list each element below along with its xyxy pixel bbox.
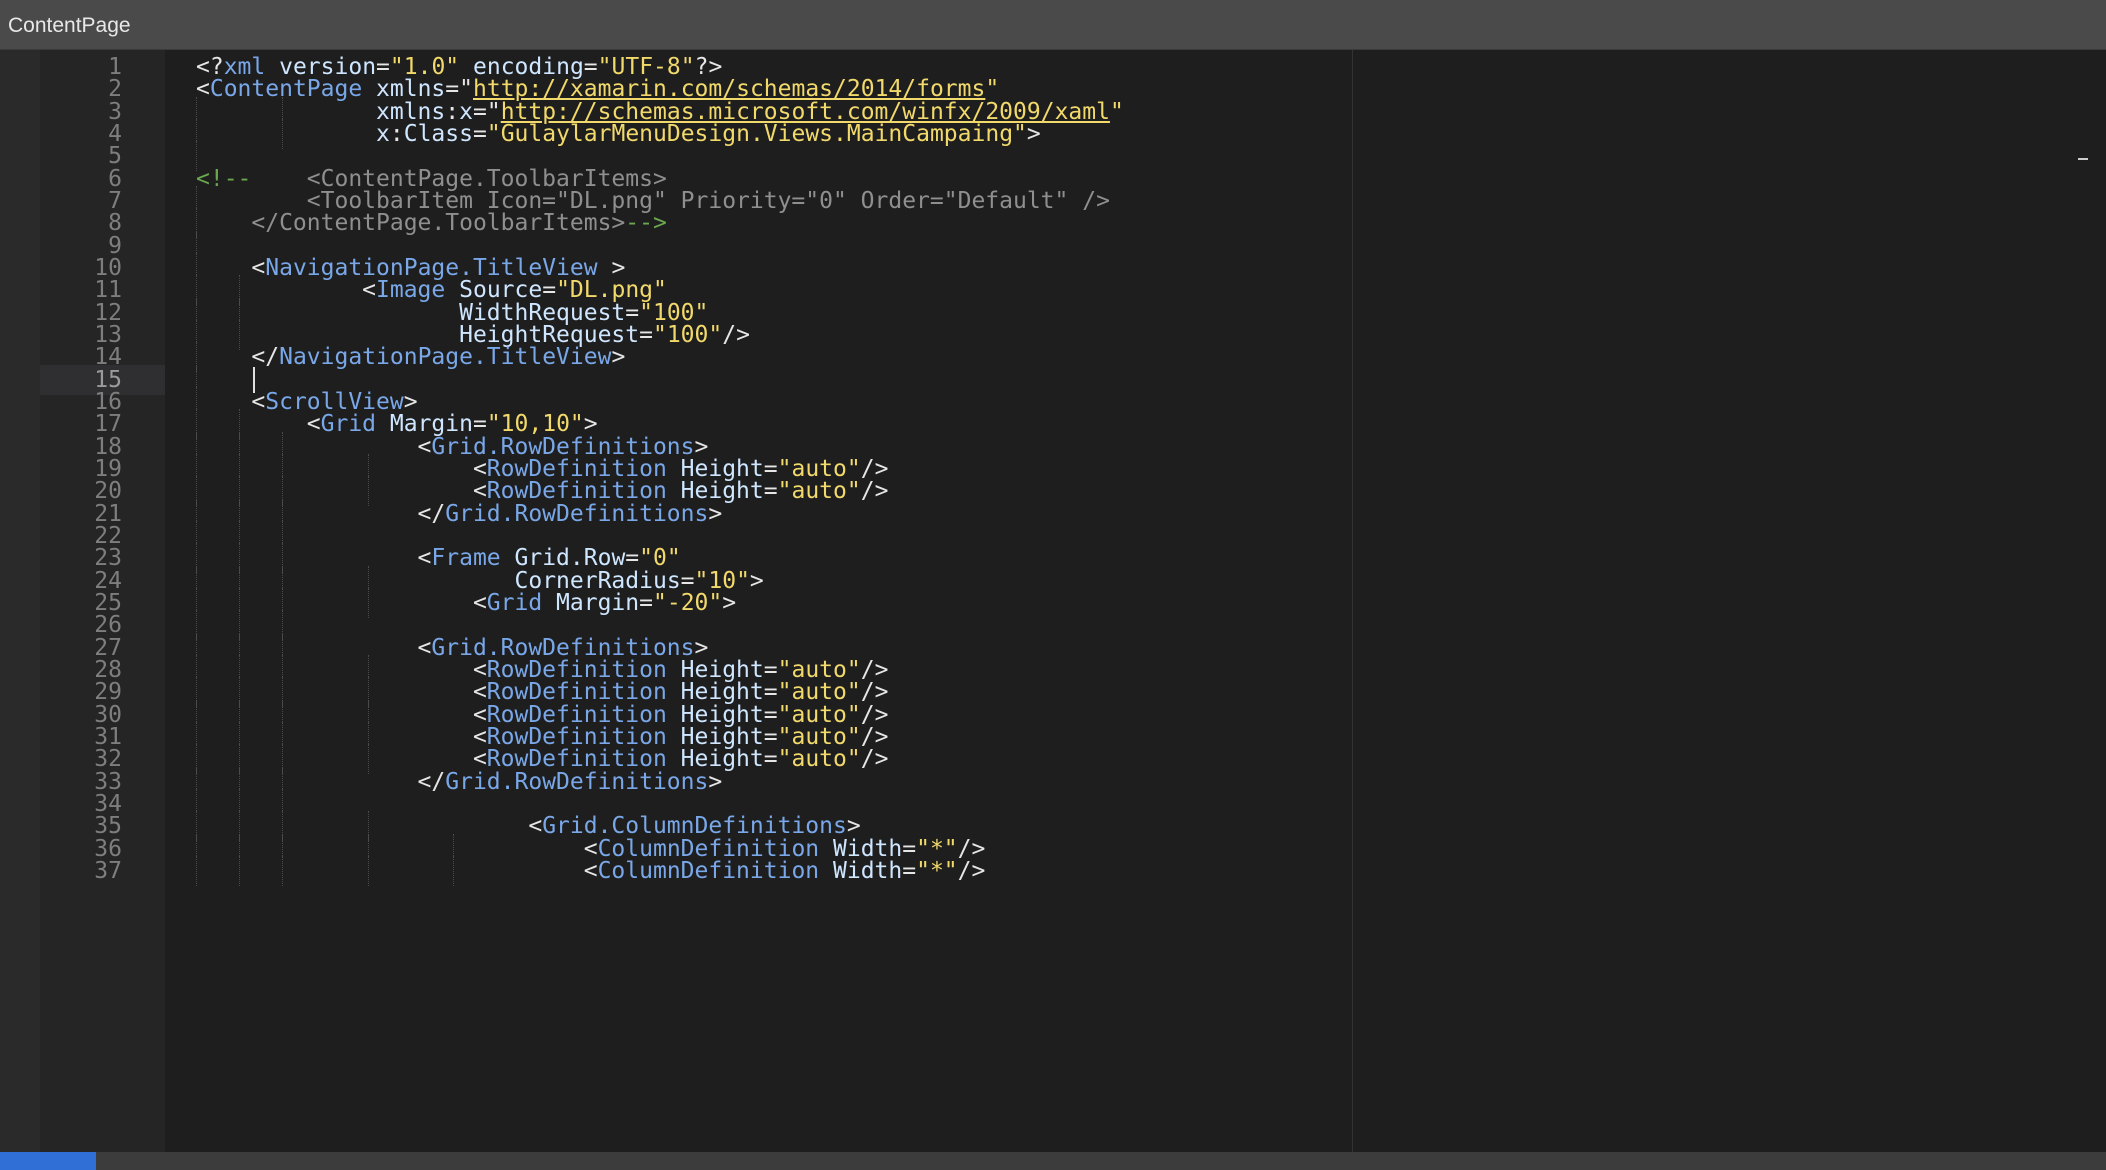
bottom-tab-active[interactable] (0, 1152, 96, 1170)
code-token-punct: /> (957, 857, 986, 884)
line-number: 37 (94, 857, 122, 884)
code-token-punct: < (196, 857, 598, 884)
code-line[interactable]: 37 <ColumnDefinition Width="*"/> (0, 855, 2106, 886)
code-token-punct (819, 858, 833, 884)
code-token-tag: ColumnDefinition (597, 857, 820, 884)
window-title: ContentPage (8, 14, 131, 37)
code-token-punct: = (902, 857, 917, 884)
code-token-str: "*" (916, 857, 958, 884)
bottom-panel-tabs (0, 1152, 2106, 1170)
code-token-attr: Width (833, 857, 903, 884)
code-text: <ColumnDefinition Width="*"/> (196, 856, 986, 886)
title-bar: ContentPage (0, 0, 2106, 50)
